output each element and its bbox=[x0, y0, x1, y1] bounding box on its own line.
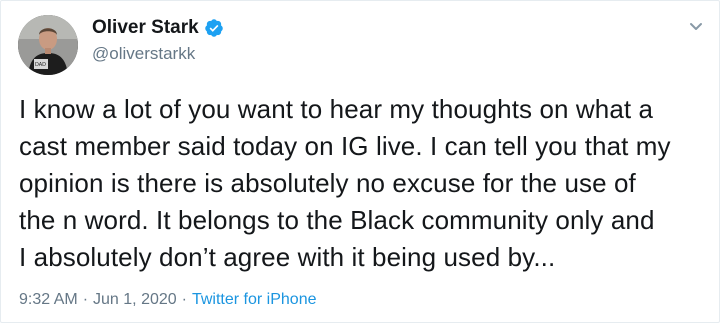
user-handle[interactable]: @oliverstarkk bbox=[92, 44, 195, 64]
user-name-row: Oliver Stark bbox=[92, 17, 224, 39]
tweet-text-line: I know a lot of you want to hear my thou… bbox=[19, 94, 654, 124]
verified-badge-icon bbox=[204, 18, 224, 38]
tweet-text-line: opinion is there is absolutely no excuse… bbox=[19, 168, 636, 198]
tweet-card: DAD Oliver Stark @oliverstarkk I know a … bbox=[0, 0, 720, 323]
chevron-down-icon[interactable] bbox=[687, 17, 705, 35]
tweet-text-line: I absolutely don’t agree with it being u… bbox=[19, 242, 556, 272]
tweet-date[interactable]: Jun 1, 2020 bbox=[93, 291, 177, 309]
tweet-time[interactable]: 9:32 AM bbox=[19, 291, 78, 309]
display-name[interactable]: Oliver Stark bbox=[92, 17, 199, 39]
meta-separator: · bbox=[181, 291, 187, 308]
avatar[interactable]: DAD bbox=[18, 15, 78, 75]
svg-text:DAD: DAD bbox=[35, 62, 46, 68]
tweet-meta: 9:32 AM · Jun 1, 2020 · Twitter for iPho… bbox=[19, 291, 316, 309]
tweet-text: I know a lot of you want to hear my thou… bbox=[19, 91, 709, 276]
tweet-source-link[interactable]: Twitter for iPhone bbox=[192, 291, 317, 309]
tweet-text-line: cast member said today on IG live. I can… bbox=[19, 131, 671, 161]
tweet-text-line: the n word. It belongs to the Black comm… bbox=[19, 205, 655, 235]
meta-separator: · bbox=[82, 291, 89, 308]
avatar-photo: DAD bbox=[18, 15, 78, 75]
